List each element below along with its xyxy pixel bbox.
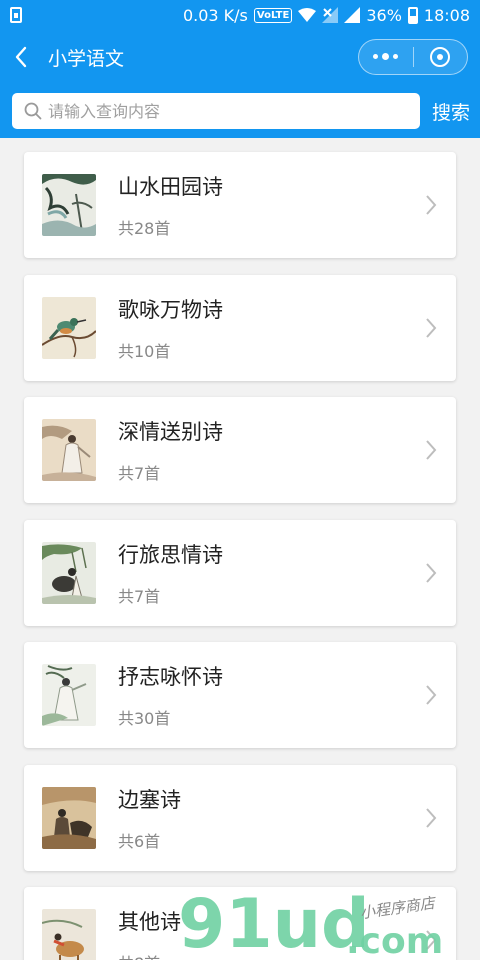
category-count: 共7首 [118, 464, 161, 483]
signal-off-icon [322, 7, 339, 23]
bird-painting-icon [42, 296, 96, 359]
back-icon[interactable] [14, 42, 34, 72]
category-count: 共30首 [118, 709, 171, 728]
category-list: 山水田园诗 共28首 歌咏万物诗 共10首 深情送别诗 共7首 行旅思情诗 共7… [0, 138, 480, 960]
travel-painting-icon [42, 541, 96, 604]
battery-icon [407, 6, 418, 24]
mini-program-capsule [358, 39, 468, 75]
category-card[interactable]: 其他诗 共8首 [24, 887, 456, 960]
search-box[interactable] [12, 93, 420, 129]
chevron-right-icon [426, 440, 437, 460]
category-count: 共6首 [118, 831, 161, 851]
category-title: 歌咏万物诗 [118, 297, 223, 322]
category-count: 共28首 [118, 219, 171, 238]
search-icon [24, 102, 42, 120]
search-input[interactable] [48, 101, 408, 121]
chevron-right-icon [426, 317, 437, 338]
nav-bar: 小学语文 [0, 30, 480, 84]
search-button[interactable]: 搜索 [432, 98, 470, 125]
signal-icon [344, 7, 361, 23]
chevron-right-icon [426, 807, 437, 828]
category-card[interactable]: 抒志咏怀诗 共30首 [24, 642, 456, 748]
category-card[interactable]: 山水田园诗 共28首 [24, 152, 456, 258]
network-speed: 0.03 K/s [182, 5, 248, 25]
target-icon [430, 47, 451, 67]
clock: 18:08 [423, 5, 470, 25]
category-count: 共8首 [118, 950, 181, 960]
volte-badge: VoLTE [253, 7, 293, 23]
close-program-button[interactable] [414, 40, 468, 74]
category-count: 共7首 [118, 586, 161, 606]
category-title: 抒志咏怀诗 [118, 665, 223, 689]
category-count: 共10首 [118, 341, 171, 361]
page-title: 小学语文 [48, 47, 125, 70]
chevron-right-icon [426, 195, 437, 215]
category-title: 边塞诗 [118, 787, 181, 812]
category-card[interactable]: 深情送别诗 共7首 [24, 397, 456, 503]
chevron-right-icon [426, 562, 437, 583]
frontier-painting-icon [42, 786, 96, 849]
more-icon [373, 53, 399, 60]
category-title: 深情送别诗 [118, 420, 223, 444]
category-card[interactable]: 歌咏万物诗 共10首 [24, 274, 456, 381]
search-bar: 搜索 [0, 84, 480, 138]
sim-icon [10, 7, 22, 23]
battery-percent: 36% [366, 5, 402, 25]
wifi-icon [298, 8, 317, 22]
category-title: 山水田园诗 [118, 175, 223, 199]
ox-painting-icon [42, 909, 96, 960]
category-title: 其他诗 [118, 910, 181, 934]
scholar-painting-icon [42, 664, 96, 726]
more-button[interactable] [359, 40, 413, 74]
category-card[interactable]: 行旅思情诗 共7首 [24, 519, 456, 626]
category-card[interactable]: 边塞诗 共6首 [24, 764, 456, 871]
status-bar: 0.03 K/s VoLTE 36% 18:08 [0, 0, 480, 30]
landscape-painting-icon [42, 174, 96, 236]
chevron-right-icon [426, 930, 437, 950]
category-title: 行旅思情诗 [118, 542, 223, 567]
figure-painting-icon [42, 419, 96, 481]
chevron-right-icon [426, 685, 437, 705]
